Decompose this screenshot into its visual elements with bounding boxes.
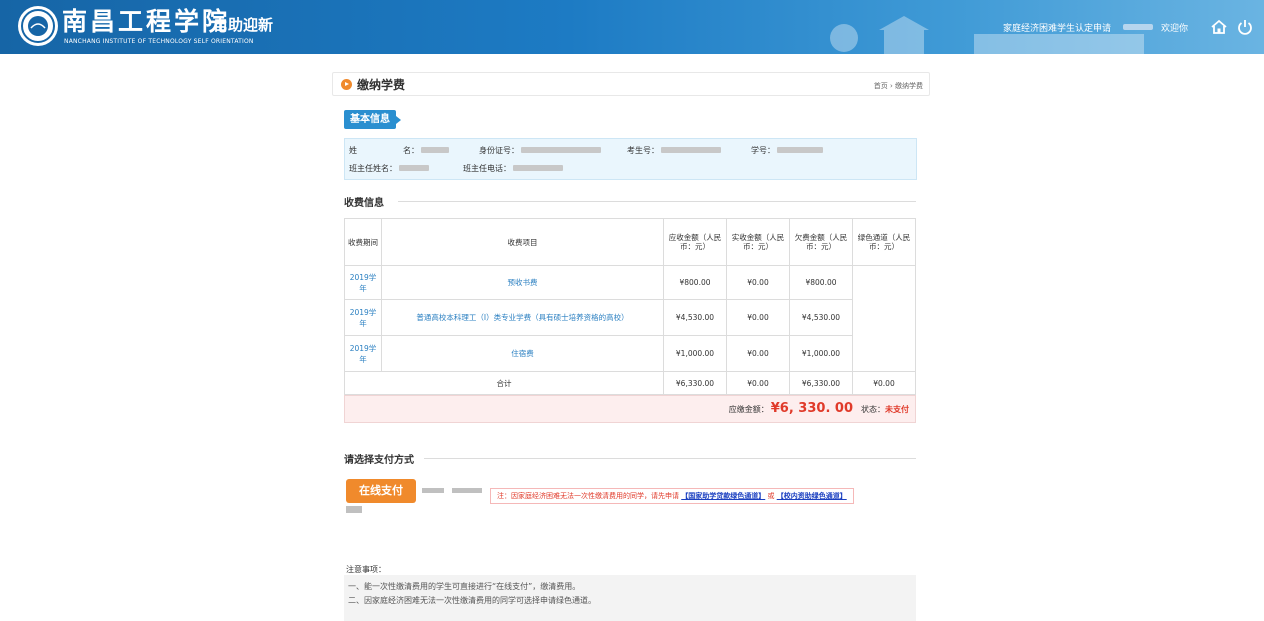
green-channel-notice: 注：因家庭经济困难无法一次性缴清费用的同学，请先申请 【国家助学贷款绿色通道】 … — [490, 488, 854, 504]
fees-table: 收费期间 收费项目 应收金额（人民币：元） 实收金额（人民币：元） 欠费金额（人… — [344, 218, 916, 395]
online-pay-button[interactable]: 在线支付 — [346, 479, 416, 503]
name-label-1: 姓 — [349, 145, 357, 155]
exam-number-label: 考生号： — [627, 145, 659, 155]
total-received: ¥0.00 — [726, 371, 790, 395]
table-row: 2019学年 预收书费 ¥800.00 ¥0.00 ¥800.00 — [344, 265, 916, 372]
note-item: 一、能一次性缴清费用的学生可直接进行“在线支付”，缴清费用。 — [348, 582, 581, 591]
name-label-2: 名： — [403, 145, 419, 155]
status-badge: 未支付 — [885, 405, 909, 414]
total-label: 合计 — [344, 371, 664, 395]
received-cell: ¥0.00 — [726, 335, 790, 372]
table-row: 2019学年 住宿费 ¥1,000.00 ¥0.00 ¥1,000.00 — [344, 335, 916, 372]
page-title: 缴纳学费 — [357, 78, 406, 92]
item-cell: 预收书费 — [381, 265, 664, 300]
section-divider — [424, 458, 916, 459]
teacher-phone-label: 班主任电话： — [463, 163, 511, 173]
total-green: ¥0.00 — [852, 371, 916, 395]
notice-text: 注：因家庭经济困难无法一次性缴清费用的同学，请先申请 — [497, 492, 679, 500]
amount-due-value: ¥6, 330. 00 — [770, 401, 853, 416]
item-cell: 住宿费 — [381, 335, 664, 372]
redacted-text — [346, 506, 362, 513]
payment-section-title: 请选择支付方式 — [344, 455, 414, 466]
student-number-label: 学号： — [751, 145, 775, 155]
status-label: 状态： — [861, 405, 885, 414]
total-receivable: ¥6,330.00 — [663, 371, 727, 395]
notes-heading: 注意事项： — [346, 565, 386, 574]
payment-panel: 缴纳学费 首页 › 缴纳学费 基本信息 姓 名： 身份证号： 考生号： 学号： … — [332, 72, 930, 621]
amount-due-row: 应缴金额： ¥6, 330. 00 状态：未支付 — [344, 395, 916, 423]
period-cell: 2019学年 — [344, 265, 382, 300]
fees-section-title: 收费信息 — [344, 198, 384, 209]
play-bullet-icon — [341, 79, 352, 90]
name-redacted — [421, 147, 449, 153]
received-cell: ¥0.00 — [726, 299, 790, 336]
info-row-1: 姓 名： 身份证号： 考生号： 学号： — [349, 143, 823, 157]
column-header: 收费期间 — [344, 218, 382, 266]
header-user-area: 家庭经济困难学生认定申请 欢迎你 — [1003, 18, 1254, 36]
redacted-text — [422, 488, 444, 493]
top-header: 南昌工程学院 自助迎新 NANCHANG INSTITUTE OF TECHNO… — [0, 0, 1264, 54]
table-row: 2019学年 普通高校本科理工（Ⅰ）类专业学费（具有硕士培养资格的高校） ¥4,… — [344, 299, 916, 336]
green-channel-cell — [852, 265, 916, 372]
notes-box: 一、能一次性缴清费用的学生可直接进行“在线支付”，缴清费用。 二、因家庭经济困难… — [344, 575, 916, 621]
column-header: 收费项目 — [381, 218, 664, 266]
column-header: 实收金额（人民币：元） — [726, 218, 790, 266]
item-cell: 普通高校本科理工（Ⅰ）类专业学费（具有硕士培养资格的高校） — [381, 299, 664, 336]
school-english-name: NANCHANG INSTITUTE OF TECHNOLOGY SELF OR… — [64, 38, 254, 45]
period-cell: 2019学年 — [344, 299, 382, 336]
hardship-application-link[interactable]: 家庭经济困难学生认定申请 — [1003, 21, 1111, 34]
column-header: 应收金额（人民币：元） — [663, 218, 727, 266]
table-header-row: 收费期间 收费项目 应收金额（人民币：元） 实收金额（人民币：元） 欠费金额（人… — [344, 218, 916, 266]
period-cell: 2019学年 — [344, 335, 382, 372]
info-row-2: 班主任姓名： 班主任电话： — [349, 161, 563, 175]
total-owed: ¥6,330.00 — [789, 371, 853, 395]
teacher-name-label: 班主任姓名： — [349, 163, 397, 173]
id-label: 身份证号： — [479, 145, 519, 155]
page-title-bar: 缴纳学费 首页 › 缴纳学费 — [332, 72, 930, 96]
teacher-name-redacted — [399, 165, 429, 171]
home-icon[interactable] — [1210, 18, 1228, 36]
receivable-cell: ¥1,000.00 — [663, 335, 727, 372]
note-item: 二、因家庭经济困难无法一次性缴清费用的同学可选择申请绿色通道。 — [348, 596, 596, 605]
column-header: 欠费金额（人民币：元） — [789, 218, 853, 266]
total-row: 合计 ¥6,330.00 ¥0.00 ¥6,330.00 ¥0.00 — [344, 371, 916, 395]
receivable-cell: ¥4,530.00 — [663, 299, 727, 336]
notice-or: 或 — [767, 492, 775, 500]
receivable-cell: ¥800.00 — [663, 265, 727, 300]
amount-due-label: 应缴金额： — [728, 405, 769, 414]
owed-cell: ¥1,000.00 — [789, 335, 853, 372]
owed-cell: ¥4,530.00 — [789, 299, 853, 336]
welcome-text: 欢迎你 — [1160, 23, 1188, 34]
user-name-redacted — [1122, 24, 1153, 30]
student-number-redacted — [777, 147, 823, 153]
campus-aid-green-channel-link[interactable]: 【校内资助绿色通道】 — [777, 492, 847, 500]
id-redacted — [521, 147, 601, 153]
redacted-text — [452, 488, 482, 493]
power-icon[interactable] — [1236, 18, 1254, 36]
exam-number-redacted — [661, 147, 721, 153]
section-divider — [398, 201, 916, 202]
school-seal-logo — [18, 6, 58, 46]
teacher-phone-redacted — [513, 165, 563, 171]
owed-cell: ¥800.00 — [789, 265, 853, 300]
system-title: 自助迎新 — [213, 16, 274, 34]
school-name-logo: 南昌工程学院 — [62, 7, 231, 36]
basic-info-tag: 基本信息 — [344, 110, 401, 129]
basic-info-box: 姓 名： 身份证号： 考生号： 学号： 班主任姓名： 班主任电话： — [344, 138, 917, 180]
national-loan-green-channel-link[interactable]: 【国家助学贷款绿色通道】 — [681, 492, 765, 500]
received-cell: ¥0.00 — [726, 265, 790, 300]
column-header: 绿色通道（人民币：元） — [852, 218, 916, 266]
breadcrumb[interactable]: 首页 › 缴纳学费 — [874, 81, 923, 91]
